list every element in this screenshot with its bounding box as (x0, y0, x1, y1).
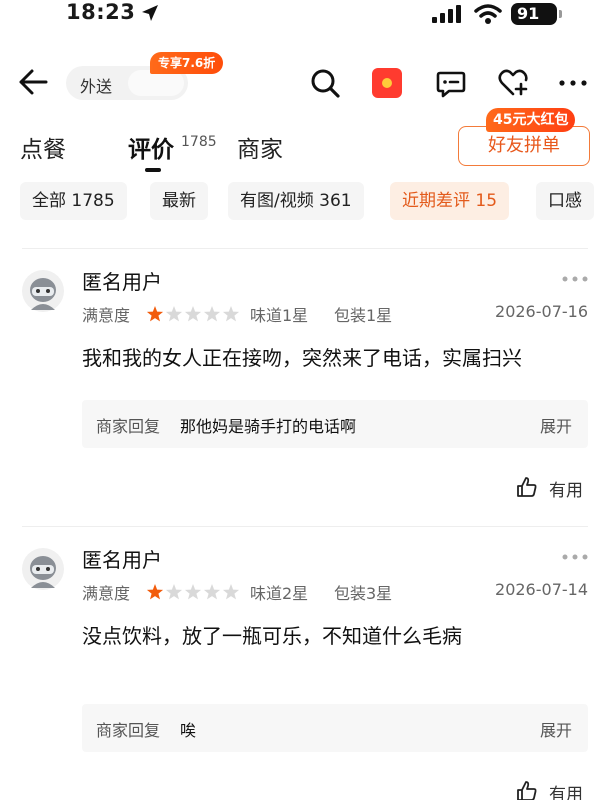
favorite-heart-icon[interactable] (496, 66, 530, 100)
location-arrow-icon (142, 5, 158, 21)
star-empty-icon (184, 306, 202, 322)
review-more-icon[interactable] (562, 276, 588, 282)
review-meta: 满意度 味道2星 包装3星 2026-07-14 (82, 580, 592, 604)
review-username: 匿名用户 (82, 548, 162, 572)
expand-reply-button[interactable]: 展开 (540, 413, 572, 437)
merchant-reply-text: 那他妈是骑手打的电话啊 (180, 417, 357, 436)
divider (22, 526, 588, 527)
star-empty-icon (165, 306, 183, 322)
filter-recent-negative[interactable]: 近期差评 15 (390, 182, 510, 220)
red-envelope-badge: 45元大红包 (486, 108, 576, 132)
cellular-signal-icon (432, 5, 461, 23)
star-empty-icon (165, 584, 183, 600)
useful-button[interactable]: 有用 (516, 778, 596, 800)
top-nav-bar: 外送 专享7.6折 (0, 48, 603, 114)
merchant-reply-text: 唉 (180, 721, 197, 740)
thumbs-up-icon (517, 477, 537, 497)
star-empty-icon (222, 584, 240, 600)
satisfaction-label: 满意度 (82, 584, 131, 603)
back-arrow-icon[interactable] (18, 68, 48, 96)
filter-taste[interactable]: 口感 (536, 182, 594, 220)
review-more-icon[interactable] (562, 554, 588, 560)
status-bar: 18:23 91 (0, 0, 603, 28)
packaging-rating: 包装3星 (334, 584, 393, 603)
search-icon[interactable] (308, 66, 342, 100)
merchant-reply-label: 商家回复 (96, 417, 161, 436)
battery-indicator: 91 (511, 3, 562, 25)
anonymous-avatar-icon (22, 270, 64, 312)
store-tabs: 点餐 评价 1785 商家 好友拼单 45元大红包 (0, 108, 603, 178)
tab-reviews-count: 1785 (181, 134, 217, 150)
tab-merchant[interactable]: 商家 (237, 130, 283, 164)
useful-label: 有用 (549, 785, 583, 800)
expand-reply-button[interactable]: 展开 (540, 717, 572, 741)
review-text: 我和我的女人正在接吻，突然来了电话，实属扫兴 (82, 346, 522, 370)
review-text: 没点饮料，放了一瓶可乐，不知道什么毛病 (82, 624, 462, 648)
tab-reviews[interactable]: 评价 (128, 130, 174, 164)
star-filled-icon (146, 584, 164, 600)
packaging-rating: 包装1星 (334, 306, 393, 325)
active-tab-indicator (145, 168, 161, 172)
review-filter-bar: 全部 1785 最新 有图/视频 361 近期差评 15 口感 (0, 182, 603, 222)
useful-label: 有用 (549, 481, 583, 501)
red-packet-icon[interactable] (372, 68, 402, 98)
more-options-icon[interactable] (556, 66, 590, 100)
delivery-mode-label: 外送 (80, 77, 113, 96)
message-icon[interactable] (434, 66, 468, 100)
star-empty-icon (222, 306, 240, 322)
useful-button[interactable]: 有用 (516, 474, 596, 501)
star-filled-icon (146, 306, 164, 322)
merchant-reply: 商家回复 唉 展开 (82, 704, 588, 752)
star-empty-icon (184, 584, 202, 600)
taste-rating: 味道2星 (250, 584, 309, 603)
wifi-icon (474, 4, 502, 24)
divider (22, 248, 588, 249)
filter-latest[interactable]: 最新 (150, 182, 208, 220)
review-meta: 满意度 味道1星 包装1星 2026-07-16 (82, 302, 592, 326)
rating-stars (146, 306, 240, 322)
tab-order[interactable]: 点餐 (20, 130, 66, 164)
filter-all[interactable]: 全部 1785 (20, 182, 127, 220)
star-empty-icon (203, 306, 221, 322)
merchant-reply-label: 商家回复 (96, 721, 161, 740)
anonymous-avatar-icon (22, 548, 64, 590)
battery-level: 91 (517, 4, 540, 23)
status-time: 18:23 (66, 0, 136, 24)
review-username: 匿名用户 (82, 270, 162, 294)
review-date: 2026-07-14 (495, 580, 588, 599)
rating-stars (146, 584, 240, 600)
thumbs-up-icon (517, 781, 537, 800)
group-order-button[interactable]: 好友拼单 (458, 126, 590, 166)
discount-badge: 专享7.6折 (150, 52, 224, 74)
satisfaction-label: 满意度 (82, 306, 131, 325)
taste-rating: 味道1星 (250, 306, 309, 325)
review-date: 2026-07-16 (495, 302, 588, 321)
merchant-reply: 商家回复 那他妈是骑手打的电话啊 展开 (82, 400, 588, 448)
filter-with-media[interactable]: 有图/视频 361 (228, 182, 364, 220)
star-empty-icon (203, 584, 221, 600)
